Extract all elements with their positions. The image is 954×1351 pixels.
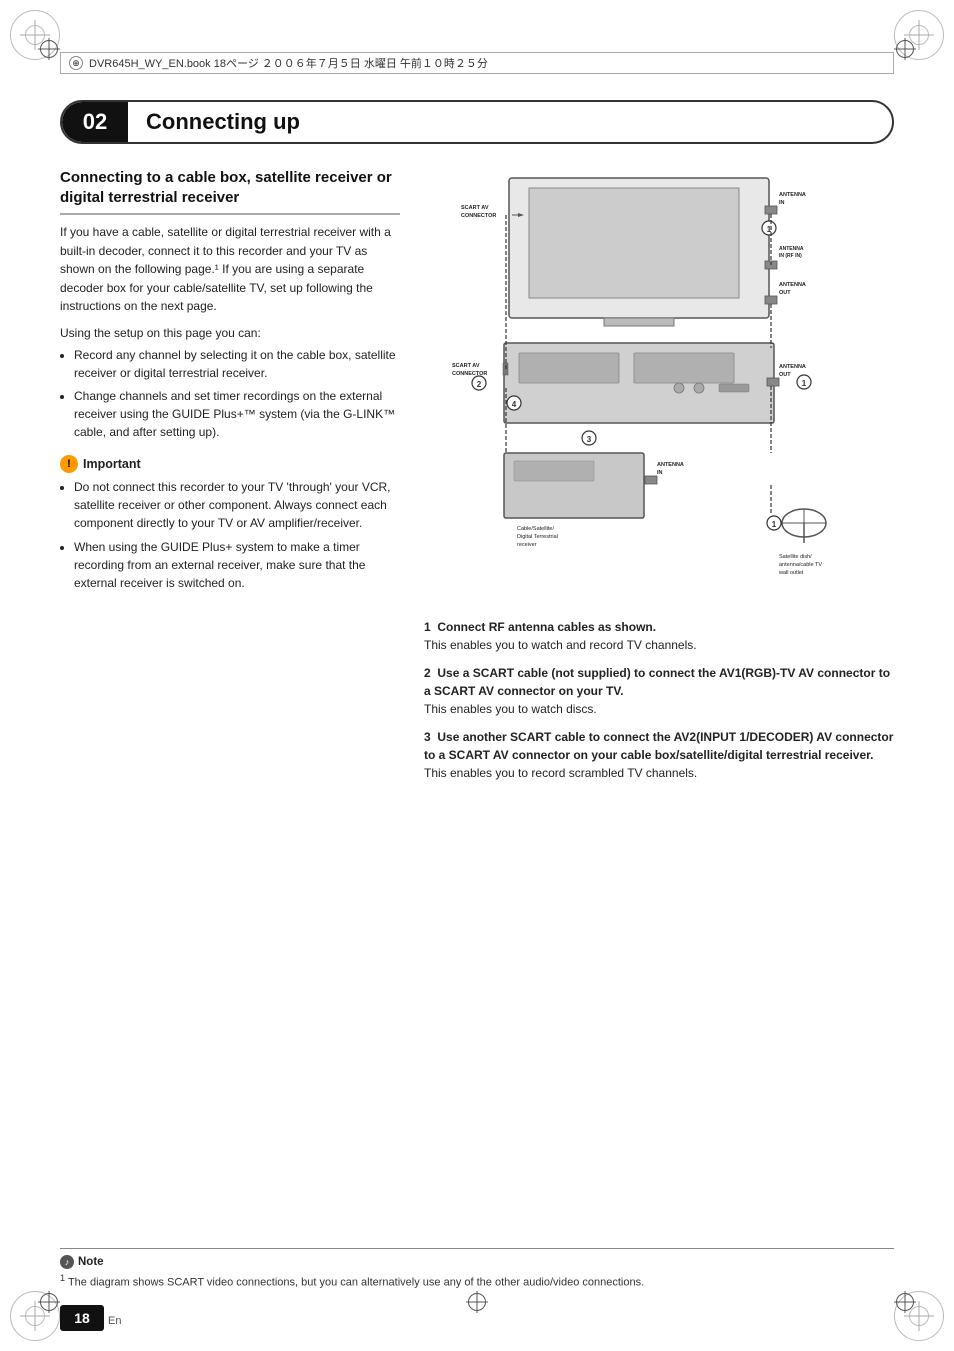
svg-text:2: 2 [477, 380, 482, 389]
svg-text:3: 3 [587, 435, 592, 444]
svg-text:Satellite dish/: Satellite dish/ [779, 554, 812, 560]
note-text: 1 The diagram shows SCART video connecti… [60, 1272, 894, 1291]
important-item-1: Do not connect this recorder to your TV … [74, 478, 400, 532]
file-info-bar: ⊕ DVR645H_WY_EN.book 18ページ ２００６年７月５日 水曜日… [60, 52, 894, 74]
file-info-text: DVR645H_WY_EN.book 18ページ ２００６年７月５日 水曜日 午… [89, 55, 488, 71]
instruction-1: 1 Connect RF antenna cables as shown. Th… [424, 618, 894, 654]
important-box: ! Important Do not connect this recorder… [60, 455, 400, 592]
warning-icon: ! [60, 455, 78, 473]
instruction-3-text: This enables you to record scrambled TV … [424, 766, 697, 780]
instruction-3-bold: 3 Use another SCART cable to connect the… [424, 730, 893, 762]
crosshair-bl [38, 1291, 60, 1313]
svg-text:Digital Terrestrial: Digital Terrestrial [517, 534, 558, 540]
svg-text:CONNECTOR: CONNECTOR [461, 213, 496, 219]
svg-text:ANTENNA: ANTENNA [779, 192, 806, 198]
svg-text:antenna/cable TV: antenna/cable TV [779, 562, 822, 568]
note-superscript: 1 [60, 1273, 65, 1283]
svg-text:OUT: OUT [779, 372, 791, 378]
note-header: ♪ Note [60, 1255, 894, 1269]
svg-text:IN (RF IN): IN (RF IN) [779, 253, 802, 259]
svg-text:4: 4 [512, 400, 517, 409]
instruction-3: 3 Use another SCART cable to connect the… [424, 728, 894, 782]
note-content: The diagram shows SCART video connection… [68, 1277, 644, 1289]
section-title: Connecting to a cable box, satellite rec… [60, 168, 400, 215]
bullet-item-1: Record any channel by selecting it on th… [74, 346, 400, 382]
crosshair-bc [466, 1291, 488, 1313]
instruction-2-bold: 2 Use a SCART cable (not supplied) to co… [424, 666, 890, 698]
svg-text:ANTENNA: ANTENNA [779, 282, 806, 288]
bullet-item-2: Change channels and set timer recordings… [74, 387, 400, 441]
svg-text:receiver: receiver [517, 542, 537, 548]
important-list: Do not connect this recorder to your TV … [74, 478, 400, 592]
instruction-2-text: This enables you to watch discs. [424, 702, 597, 716]
svg-text:OUT: OUT [779, 290, 791, 296]
crosshair-tr [894, 38, 916, 60]
important-item-2: When using the GUIDE Plus+ system to mak… [74, 538, 400, 592]
svg-text:ANTENNA: ANTENNA [779, 246, 804, 252]
top-bar-circle: ⊕ [69, 56, 83, 70]
svg-text:1: 1 [772, 520, 777, 529]
important-header: ! Important [60, 455, 400, 473]
svg-text:IN: IN [779, 200, 785, 206]
instruction-1-text: This enables you to watch and record TV … [424, 638, 697, 652]
svg-text:IN: IN [657, 470, 663, 476]
connection-diagram: SCART AV CONNECTOR ANTENNA IN 1 ANTENNA … [424, 168, 894, 608]
page-number: 18 [74, 1310, 90, 1326]
svg-text:wall outlet: wall outlet [778, 570, 804, 576]
note-icon: ♪ [60, 1255, 74, 1269]
intro-text: If you have a cable, satellite or digita… [60, 223, 400, 316]
important-label: Important [83, 457, 141, 471]
instructions-section: 1 Connect RF antenna cables as shown. Th… [424, 618, 894, 782]
note-label: Note [78, 1256, 104, 1268]
svg-text:1: 1 [802, 379, 807, 388]
feature-list: Record any channel by selecting it on th… [74, 346, 400, 441]
diagram-container: SCART AV CONNECTOR ANTENNA IN 1 ANTENNA … [424, 168, 894, 608]
bottom-note: ♪ Note 1 The diagram shows SCART video c… [60, 1248, 894, 1291]
page-lang: En [108, 1315, 121, 1327]
main-content: Connecting to a cable box, satellite rec… [60, 168, 894, 1231]
svg-text:ANTENNA: ANTENNA [657, 462, 684, 468]
using-setup-text: Using the setup on this page you can: [60, 326, 400, 340]
crosshair-br [894, 1291, 916, 1313]
chapter-header: 02 Connecting up [60, 100, 894, 144]
chapter-number: 02 [62, 102, 128, 142]
chapter-title: Connecting up [128, 109, 300, 135]
right-column: SCART AV CONNECTOR ANTENNA IN 1 ANTENNA … [424, 168, 894, 1231]
page-number-box: 18 [60, 1305, 104, 1331]
instruction-2: 2 Use a SCART cable (not supplied) to co… [424, 664, 894, 718]
svg-text:Cable/Satellite/: Cable/Satellite/ [517, 526, 554, 532]
instruction-1-bold: 1 Connect RF antenna cables as shown. [424, 620, 656, 634]
svg-text:SCART AV: SCART AV [452, 363, 480, 369]
crosshair-tl [38, 38, 60, 60]
svg-text:SCART AV: SCART AV [461, 205, 489, 211]
left-column: Connecting to a cable box, satellite rec… [60, 168, 400, 1231]
svg-text:ANTENNA: ANTENNA [779, 364, 806, 370]
